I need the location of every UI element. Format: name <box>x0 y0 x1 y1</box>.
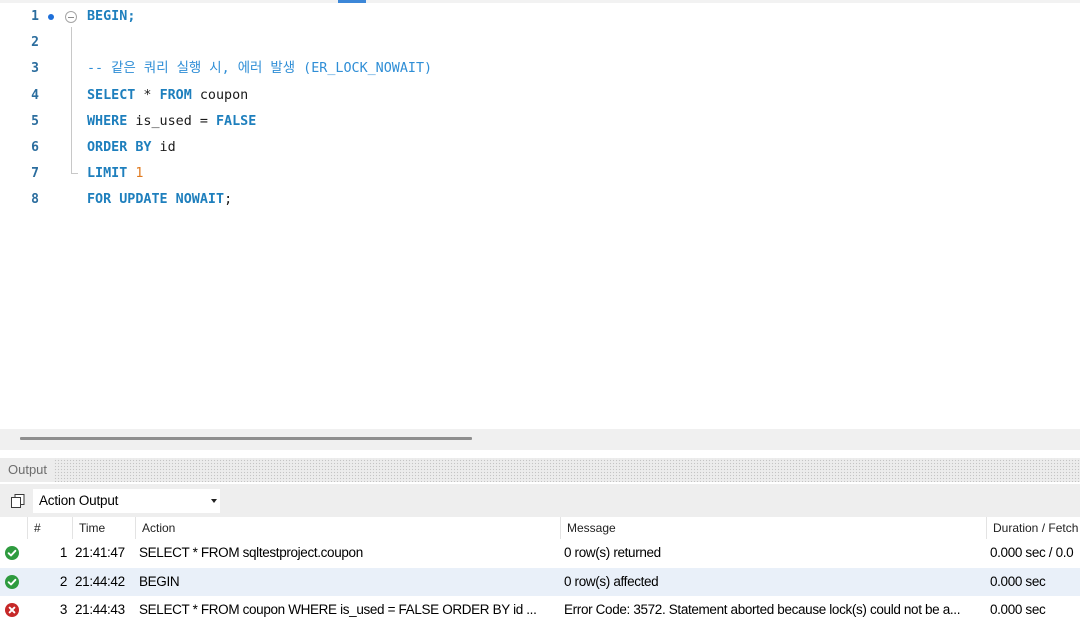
success-check-icon <box>5 546 19 560</box>
cell-message: 0 row(s) returned <box>564 545 661 560</box>
output-type-select[interactable]: Action Output <box>33 489 220 513</box>
table-row[interactable]: 3 21:44:43 SELECT * FROM coupon WHERE is_u… <box>0 596 1080 624</box>
output-type-value: Action Output <box>39 493 119 508</box>
cell-time: 21:41:47 <box>75 545 125 560</box>
code-line[interactable]: 7 LIMIT 1 <box>0 161 1080 187</box>
column-header-message[interactable]: Message <box>560 517 986 539</box>
output-panel-header: Output <box>0 458 1080 482</box>
cell-action: SELECT * FROM coupon WHERE is_used = FAL… <box>139 602 537 618</box>
statement-marker-icon[interactable] <box>48 14 54 20</box>
line-number: 3 <box>31 61 39 77</box>
cell-action: BEGIN <box>139 573 180 589</box>
sql-keyword: BEGIN <box>87 9 128 24</box>
line-number: 5 <box>31 113 39 129</box>
sql-comment: -- 같은 쿼리 실행 시, 에러 발생 (ER_LOCK_NOWAIT) <box>87 61 433 77</box>
cell-duration: 0.000 sec / 0.0 <box>990 545 1074 560</box>
sql-keyword: ORDER BY <box>87 140 152 155</box>
code-line[interactable]: 4 SELECT * FROM coupon <box>0 83 1080 109</box>
chevron-down-icon[interactable] <box>211 499 217 503</box>
cell-time: 21:44:42 <box>75 573 125 589</box>
column-header-num[interactable]: # <box>27 517 72 539</box>
sql-number: 1 <box>135 166 144 182</box>
line-number: 2 <box>31 35 39 51</box>
column-header-action[interactable]: Action <box>135 517 560 539</box>
code-text: ORDER BY id <box>87 135 176 161</box>
code-text: FOR UPDATE NOWAIT; <box>87 187 232 213</box>
scrollbar-thumb[interactable] <box>20 437 472 440</box>
sql-text: * <box>135 87 160 103</box>
line-number: 7 <box>31 166 39 182</box>
output-toolbar: Action Output <box>0 484 1080 517</box>
sql-editor[interactable]: 1 BEGIN; 2 3 -- 같은 쿼리 실행 시, 에러 발생 (ER_LOCK_N… <box>0 3 1080 429</box>
cell-action: SELECT * FROM sqltestproject.coupon <box>139 545 363 560</box>
sql-keyword: SELECT <box>87 87 136 103</box>
success-check-icon <box>5 574 19 589</box>
line-number: 8 <box>31 192 39 208</box>
sql-text: coupon <box>191 87 249 103</box>
sql-keyword: FALSE <box>216 113 257 129</box>
cell-message: 0 row(s) affected <box>564 573 659 589</box>
error-x-icon <box>5 603 19 618</box>
sql-keyword: LIMIT <box>87 166 128 182</box>
column-header-time[interactable]: Time <box>72 517 135 539</box>
code-line[interactable]: 3 -- 같은 쿼리 실행 시, 에러 발생 (ER_LOCK_NOWAIT) <box>0 56 1080 82</box>
sql-keyword: FROM <box>159 87 192 103</box>
sql-keyword: ; <box>127 9 136 24</box>
cell-message: Error Code: 3572. Statement aborted beca… <box>564 602 961 618</box>
code-text: LIMIT 1 <box>87 161 143 187</box>
line-number: 6 <box>31 140 39 155</box>
grid-header: # Time Action Message Duration / Fetch <box>0 517 1080 539</box>
sql-text: is_used = <box>127 113 216 129</box>
table-row[interactable]: 2 21:44:42 BEGIN 0 row(s) affected 0.000 sec <box>0 567 1080 596</box>
cell-num: 1 <box>59 545 67 560</box>
cell-num: 3 <box>59 602 67 618</box>
code-line[interactable]: 8 FOR UPDATE NOWAIT; <box>0 187 1080 213</box>
code-text: SELECT * FROM coupon <box>87 83 248 109</box>
sql-keyword: WHERE <box>87 113 128 129</box>
output-panel-title: Output <box>0 458 55 482</box>
cell-duration: 0.000 sec <box>990 573 1046 589</box>
editor-horizontal-scrollbar[interactable] <box>0 429 1080 450</box>
sql-text: ; <box>224 192 233 208</box>
table-row[interactable]: 1 21:41:47 SELECT * FROM sqltestproject.co… <box>0 539 1080 567</box>
sql-text: id <box>151 140 176 155</box>
code-line[interactable]: 2 <box>0 30 1080 56</box>
code-text: WHERE is_used = FALSE <box>87 109 256 135</box>
cell-time: 21:44:43 <box>75 602 125 618</box>
fold-guide-line <box>71 27 72 174</box>
code-text: BEGIN; <box>87 4 135 30</box>
fold-guide-end <box>71 173 78 174</box>
code-line[interactable]: 5 WHERE is_used = FALSE <box>0 109 1080 135</box>
code-line[interactable]: 1 BEGIN; <box>0 4 1080 30</box>
action-output-grid[interactable]: # Time Action Message Duration / Fetch 1… <box>0 517 1080 630</box>
cell-duration: 0.000 sec <box>990 602 1046 618</box>
code-text: -- 같은 쿼리 실행 시, 에러 발생 (ER_LOCK_NOWAIT) <box>87 56 432 82</box>
cell-num: 2 <box>59 573 67 589</box>
copy-icon[interactable] <box>10 493 26 509</box>
line-number: 4 <box>31 87 39 103</box>
collapse-icon[interactable] <box>65 11 77 23</box>
code-line[interactable]: 6 ORDER BY id <box>0 135 1080 161</box>
sql-keyword: FOR UPDATE NOWAIT <box>87 192 225 208</box>
column-header-duration[interactable]: Duration / Fetch <box>986 517 1080 539</box>
line-number: 1 <box>31 9 39 24</box>
